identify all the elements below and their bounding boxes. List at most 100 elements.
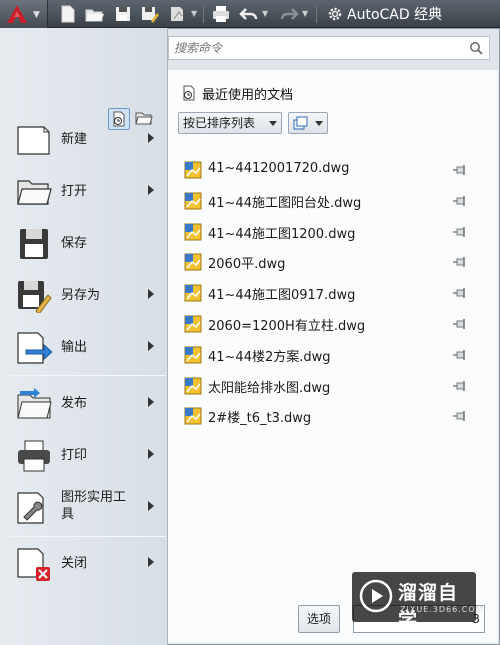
recent-file-item[interactable]: 2060平.dwg [180,250,476,274]
menu-divider [10,536,166,537]
menu-item-save-as[interactable]: 另存为 [0,271,166,321]
recent-documents-heading: 最近使用的文档 [181,84,294,103]
chevron-down-icon [269,121,277,126]
menu-item-label: 发布 [61,396,88,411]
pin-icon[interactable] [452,226,468,238]
pin-icon[interactable] [452,256,468,268]
menu-item-print[interactable]: 打印 [0,431,166,481]
sort-order-value: 按已排序列表 [183,116,256,130]
undo-icon[interactable] [238,3,260,25]
save-as-icon[interactable] [138,3,160,25]
pin-icon[interactable] [452,380,468,392]
recent-documents-icon [183,85,195,101]
close-document-icon [16,547,52,581]
dwg-file-icon [184,284,202,302]
recent-file-item[interactable]: 41~44楼2方案.dwg [180,343,476,367]
open-folder-icon[interactable] [83,3,105,25]
save-icon[interactable] [112,3,134,25]
chevron-right-icon [148,289,154,299]
chevron-right-icon [148,133,154,143]
dwg-file-icon [184,315,202,333]
recent-file-item[interactable]: 2060=1200H有立柱.dwg [180,312,476,336]
icon-view-icon [293,116,308,130]
menu-item-export[interactable]: 输出 [0,323,166,373]
pin-icon[interactable] [452,164,468,176]
quick-access-toolbar: ▼ ▼ ▼ ▼ AutoCAD 经典 [0,0,500,28]
play-logo-icon [359,579,393,613]
dwg-file-icon [184,407,202,425]
dwg-file-icon [184,161,202,179]
gear-icon [328,7,342,21]
menu-item-label: 打印 [61,448,88,463]
recent-file-name: 41~44施工图阳台处.dwg [208,196,362,211]
redo-icon[interactable] [278,3,300,25]
recent-file-name: 2060平.dwg [208,257,286,272]
pin-icon[interactable] [452,410,468,422]
toolbar-divider [316,5,317,23]
search-box[interactable] [168,36,490,60]
pin-icon[interactable] [452,349,468,361]
dwg-file-icon [184,192,202,210]
new-document-icon [16,123,52,157]
recent-file-item[interactable]: 2#楼_t6_t3.dwg [180,404,476,428]
menu-item-label: 关闭 [61,556,88,571]
save-as-icon [16,279,52,315]
view-mode-dropdown[interactable] [288,112,328,134]
menu-item-publish[interactable]: 发布 [0,379,166,429]
printer-icon [16,439,52,473]
options-button[interactable]: 选项 [298,605,340,633]
watermark-badge: 溜溜自学 ZIXUE.3D66.COM [352,572,483,631]
chevron-right-icon [148,341,154,351]
menu-item-label: 打开 [61,184,88,199]
menu-item-label: 另存为 [61,288,101,303]
menu-item-open[interactable]: 打开 [0,167,166,217]
recent-file-name: 2#楼_t6_t3.dwg [208,411,312,426]
application-menu-button[interactable]: ▼ [0,0,48,28]
search-input[interactable] [169,37,459,59]
dwg-file-icon [184,223,202,241]
recent-file-name: 41~44楼2方案.dwg [208,350,331,365]
chevron-right-icon [148,501,154,511]
menu-item-label: 保存 [61,236,88,251]
menu-item-save[interactable]: 保存 [0,219,166,269]
recent-file-name: 41~44施工图1200.dwg [208,227,356,242]
chevron-down-icon [315,121,323,126]
chevron-down-icon: ▼ [33,10,40,20]
sort-order-dropdown[interactable]: 按已排序列表 [178,112,282,134]
recent-file-item[interactable]: 41~44施工图1200.dwg [180,220,476,244]
open-folder-icon [16,175,52,209]
recent-documents-title: 最近使用的文档 [202,87,294,103]
toolbar-divider [203,5,204,23]
dwg-file-icon [184,346,202,364]
pin-icon[interactable] [452,318,468,330]
recent-file-item[interactable]: 太阳能给排水图.dwg [180,374,476,398]
menu-item-label: 新建 [61,132,88,147]
search-icon[interactable] [469,41,483,55]
recent-file-item[interactable]: 41~44施工图阳台处.dwg [180,189,476,213]
chevron-down-icon[interactable]: ▼ [262,9,268,18]
publish-icon[interactable] [166,3,188,25]
menu-item-close[interactable]: 关闭 [0,539,166,589]
menu-item-drawing-utilities[interactable]: 图形实用工具 [0,483,166,533]
recent-file-item[interactable]: 41~4412001720.dwg [180,158,476,182]
print-icon[interactable] [210,3,232,25]
menu-item-label: 输出 [61,340,88,355]
chevron-down-icon[interactable]: ▼ [191,9,197,18]
autocad-logo-icon [7,5,27,23]
recent-file-item[interactable]: 41~44施工图0917.dwg [180,281,476,305]
menu-divider [10,375,166,376]
recent-file-name: 太阳能给排水图.dwg [208,381,331,396]
chevron-right-icon [148,397,154,407]
chevron-down-icon[interactable]: ▼ [302,9,308,18]
menu-item-label: 图形实用工具 [61,490,127,522]
export-icon [16,331,53,365]
recent-file-name: 41~44施工图0917.dwg [208,288,356,303]
pin-icon[interactable] [452,287,468,299]
workspace-switcher[interactable]: AutoCAD 经典 [326,3,442,25]
dwg-file-icon [184,377,202,395]
new-file-icon[interactable] [56,3,78,25]
recent-file-name: 41~4412001720.dwg [208,161,350,176]
drawing-utilities-icon [16,491,52,525]
pin-icon[interactable] [452,195,468,207]
menu-item-new[interactable]: 新建 [0,115,166,165]
